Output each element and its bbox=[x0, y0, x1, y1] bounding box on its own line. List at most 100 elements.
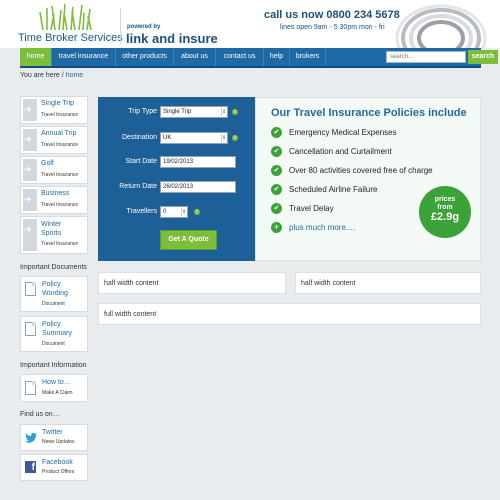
doc-title: Policy Summary bbox=[42, 321, 72, 337]
info-icon[interactable]: i bbox=[232, 135, 238, 141]
get-quote-button[interactable]: Get A Quote bbox=[160, 230, 217, 250]
sidebar-item-title: Winter Sports bbox=[41, 221, 62, 237]
arrow-icon: ➜ bbox=[23, 159, 37, 181]
policies-panel: Our Travel Insurance Policies include ✔ … bbox=[255, 97, 481, 261]
grass-logo-icon bbox=[39, 4, 92, 30]
start-date-value: 19/02/2013 bbox=[163, 159, 194, 165]
badge-price: £2.9g bbox=[430, 211, 460, 223]
social-subtitle: News Updates bbox=[42, 439, 75, 445]
start-date-label: Start Date bbox=[125, 158, 157, 165]
select-arrows-icon: ⇕ bbox=[221, 108, 227, 116]
social-subtitle: Product Offers bbox=[42, 469, 75, 475]
nav-item-about-us[interactable]: about us bbox=[174, 48, 216, 66]
opening-hours: lines open 9am - 5.30pm mon - fri bbox=[280, 24, 385, 31]
plus-icon: + bbox=[271, 222, 282, 233]
logo[interactable]: Time Broker Services bbox=[18, 4, 123, 46]
check-icon: ✔ bbox=[271, 146, 282, 157]
doc-title: Policy Wording bbox=[42, 281, 68, 297]
check-icon: ✔ bbox=[271, 127, 282, 138]
trip-type-label: Trip Type bbox=[128, 108, 157, 115]
sidebar-item-winter-sports[interactable]: ➜ Winter Sports Travel Insurance bbox=[20, 216, 88, 254]
trip-type-select[interactable]: Single Trip ⇕ bbox=[160, 106, 228, 118]
sidebar-item-annual-trip[interactable]: ➜ Annual Trip Travel Insurance bbox=[20, 126, 88, 154]
search-button[interactable]: search bbox=[468, 50, 498, 64]
documents-section-title: Important Documents bbox=[20, 264, 87, 271]
sidebar-item-facebook[interactable]: f Facebook Product Offers bbox=[20, 454, 88, 481]
return-date-field[interactable]: 26/02/2013 bbox=[160, 181, 236, 193]
social-section-title: Find us on… bbox=[20, 411, 60, 418]
twitter-icon bbox=[25, 433, 37, 443]
logo-text: Time Broker Services bbox=[18, 32, 123, 44]
phone-number: call us now 0800 234 5678 bbox=[264, 9, 400, 21]
nav-item-contact-us[interactable]: contact us bbox=[216, 48, 264, 66]
badge-prices: prices from bbox=[419, 196, 471, 212]
social-title: Facebook bbox=[42, 459, 73, 466]
travellers-select[interactable]: 0 ⇕ bbox=[160, 206, 188, 218]
policy-item-text: Cancellation and Curtailment bbox=[289, 147, 392, 156]
sidebar-item-policy-summary[interactable]: Policy Summary Document bbox=[20, 316, 88, 352]
doc-subtitle: Document bbox=[42, 301, 65, 307]
policy-item-text: Travel Delay bbox=[289, 204, 334, 213]
nav-item-help[interactable]: help bbox=[264, 48, 290, 66]
nav-item-home[interactable]: home bbox=[20, 48, 52, 66]
sidebar-item-title: Business bbox=[41, 190, 70, 197]
policy-item-text: Scheduled Airline Failure bbox=[289, 185, 378, 194]
doc-subtitle: Document bbox=[42, 341, 65, 347]
start-date-field[interactable]: 19/02/2013 bbox=[160, 156, 236, 168]
select-arrows-icon: ⇕ bbox=[181, 208, 187, 216]
breadcrumb-home-link[interactable]: home bbox=[66, 72, 84, 79]
info-title: How to… bbox=[42, 379, 71, 386]
search-input[interactable] bbox=[386, 51, 466, 63]
info-subtitle: Make A Claim bbox=[42, 390, 73, 396]
arrow-icon: ➜ bbox=[23, 219, 37, 251]
info-icon[interactable]: i bbox=[232, 109, 238, 115]
social-title: Twitter bbox=[42, 429, 63, 436]
policy-item-text: Emergency Medical Expenses bbox=[289, 128, 397, 137]
half-width-content-1: half width content bbox=[98, 272, 286, 294]
plus-more-text: plus much more.... bbox=[289, 223, 355, 232]
sidebar-item-make-a-claim[interactable]: How to… Make A Claim bbox=[20, 374, 88, 402]
header: Time Broker Services powered by link and… bbox=[0, 0, 500, 72]
breadcrumb-prefix: You are here / bbox=[20, 72, 64, 79]
document-icon bbox=[25, 322, 36, 336]
arrow-icon: ➜ bbox=[23, 129, 37, 151]
sidebar-item-title: Golf bbox=[41, 160, 54, 167]
half-width-content-2: half width content bbox=[295, 272, 481, 294]
sidebar-item-golf[interactable]: ➜ Golf Travel Insurance bbox=[20, 156, 88, 184]
main-nav: home travel insurance other products abo… bbox=[20, 48, 498, 68]
sidebar-item-twitter[interactable]: Twitter News Updates bbox=[20, 424, 88, 451]
nav-item-other-products[interactable]: other products bbox=[116, 48, 174, 66]
check-icon: ✔ bbox=[271, 203, 282, 214]
header-divider bbox=[120, 8, 121, 44]
policies-title: Our Travel Insurance Policies include bbox=[271, 107, 467, 119]
sidebar-item-business[interactable]: ➜ Business Travel Insurance bbox=[20, 186, 88, 214]
sidebar-item-subtitle: Travel Insurance bbox=[41, 172, 79, 178]
sidebar-item-title: Annual Trip bbox=[41, 130, 77, 137]
full-width-content: full width content bbox=[98, 303, 481, 325]
destination-label: Destination bbox=[121, 134, 157, 141]
sidebar-item-subtitle: Travel Insurance bbox=[41, 112, 79, 118]
destination-select[interactable]: UK ⇕ bbox=[160, 132, 228, 144]
arrow-icon: ➜ bbox=[23, 99, 37, 121]
sidebar-item-title: Single Trip bbox=[41, 100, 75, 107]
document-icon bbox=[25, 381, 36, 395]
badge-line-1: prices bbox=[434, 196, 456, 203]
sidebar-item-subtitle: Travel Insurance bbox=[41, 241, 79, 247]
sidebar-item-policy-wording[interactable]: Policy Wording Document bbox=[20, 276, 88, 312]
price-badge: prices from £2.9g bbox=[419, 186, 471, 238]
check-icon: ✔ bbox=[271, 184, 282, 195]
powered-by: powered by bbox=[127, 24, 161, 30]
information-section-title: Important Information bbox=[20, 362, 87, 369]
document-icon bbox=[25, 282, 36, 296]
nav-item-travel-insurance[interactable]: travel insurance bbox=[52, 48, 116, 66]
return-date-label: Return Date bbox=[119, 183, 157, 190]
facebook-icon: f bbox=[25, 461, 36, 473]
sidebar-item-single-trip[interactable]: ➜ Single Trip Travel Insurance bbox=[20, 96, 88, 124]
breadcrumb: You are here / home bbox=[20, 72, 83, 79]
nav-item-brokers[interactable]: brokers bbox=[290, 48, 326, 66]
travellers-value: 0 bbox=[163, 209, 167, 215]
brand-name[interactable]: link and insure bbox=[126, 31, 218, 46]
info-icon[interactable]: i bbox=[194, 209, 200, 215]
trip-type-value: Single Trip bbox=[163, 109, 192, 115]
sidebar-item-subtitle: Travel Insurance bbox=[41, 142, 79, 148]
